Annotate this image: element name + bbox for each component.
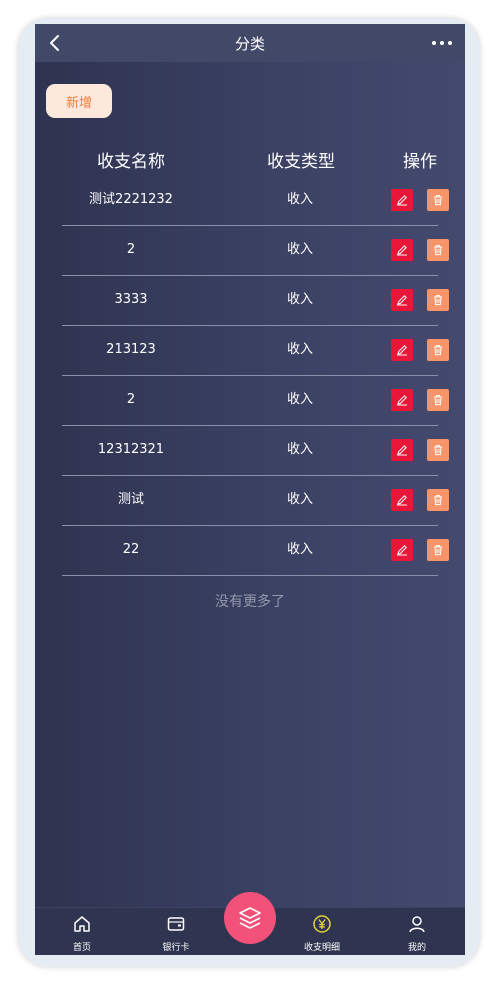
trash-icon	[434, 545, 442, 556]
column-header-name: 收支名称	[97, 152, 165, 172]
pencil-icon	[397, 545, 407, 556]
delete-button[interactable]	[427, 189, 449, 211]
edit-button[interactable]	[391, 289, 413, 311]
edit-button[interactable]	[391, 489, 413, 511]
edit-button[interactable]	[391, 539, 413, 561]
no-more-text: 没有更多了	[215, 594, 285, 610]
row-name: 测试	[117, 492, 144, 507]
row-name: 22	[122, 542, 140, 557]
row-name: 3333	[114, 292, 148, 307]
row-type: 收入	[286, 292, 313, 307]
row-name: 测试2221232	[89, 192, 173, 207]
tab-label: 我的	[407, 943, 426, 953]
pencil-icon	[397, 245, 407, 256]
pencil-icon	[397, 195, 407, 206]
app-screen: 分类 新增 收支名称 收支类型 操作 测试2221232 收入 2 收入 333…	[35, 24, 465, 955]
delete-button[interactable]	[427, 539, 449, 561]
yen-icon	[313, 915, 331, 933]
tab-transactions[interactable]: 收支明细	[292, 914, 352, 953]
delete-button[interactable]	[427, 339, 449, 361]
nav-bar: 分类	[35, 24, 465, 62]
pencil-icon	[397, 345, 407, 356]
tab-home[interactable]: 首页	[52, 914, 112, 953]
trash-icon	[434, 395, 442, 406]
trash-icon	[434, 345, 442, 356]
wallet-icon	[167, 917, 185, 931]
trash-icon	[434, 495, 442, 506]
table-row: 2 收入	[62, 225, 449, 276]
pencil-icon	[397, 445, 407, 456]
tab-profile[interactable]: 我的	[387, 914, 447, 953]
edit-button[interactable]	[391, 189, 413, 211]
pencil-icon	[397, 295, 407, 306]
trash-icon	[434, 245, 442, 256]
column-header-type: 收支类型	[267, 152, 335, 172]
row-type: 收入	[286, 192, 313, 207]
delete-button[interactable]	[427, 289, 449, 311]
row-type: 收入	[286, 542, 313, 557]
pencil-icon	[397, 495, 407, 506]
tab-label: 首页	[72, 943, 91, 953]
delete-button[interactable]	[427, 439, 449, 461]
table-row: 213123 收入	[62, 325, 449, 376]
edit-button[interactable]	[391, 439, 413, 461]
tab-bank-card[interactable]: 银行卡	[146, 914, 206, 953]
row-type: 收入	[286, 342, 313, 357]
add-button[interactable]: 新增	[46, 84, 112, 118]
column-header-actions: 操作	[403, 152, 437, 172]
delete-button[interactable]	[427, 239, 449, 261]
table-row: 3333 收入	[62, 275, 449, 326]
row-name: 2	[126, 392, 136, 407]
edit-button[interactable]	[391, 239, 413, 261]
row-type: 收入	[286, 392, 313, 407]
row-type: 收入	[286, 492, 313, 507]
trash-icon	[434, 295, 442, 306]
row-name: 2	[126, 242, 136, 257]
row-type: 收入	[286, 242, 313, 257]
table-row: 测试2221232 收入	[62, 175, 449, 226]
layers-icon	[239, 907, 261, 929]
table-row: 22 收入	[62, 525, 449, 576]
tab-label: 银行卡	[162, 943, 190, 953]
table-row: 12312321 收入	[62, 425, 449, 476]
more-icon[interactable]	[431, 33, 453, 53]
page-title: 分类	[234, 35, 265, 53]
table-row: 测试 收入	[62, 475, 449, 526]
trash-icon	[434, 445, 442, 456]
edit-button[interactable]	[391, 389, 413, 411]
center-add-button[interactable]	[224, 892, 276, 944]
pencil-icon	[397, 395, 407, 406]
row-name: 213123	[106, 342, 156, 357]
trash-icon	[434, 195, 442, 206]
tab-label: 收支明细	[303, 943, 340, 953]
delete-button[interactable]	[427, 389, 449, 411]
row-type: 收入	[286, 442, 313, 457]
table-row: 2 收入	[62, 375, 449, 426]
edit-button[interactable]	[391, 339, 413, 361]
delete-button[interactable]	[427, 489, 449, 511]
user-icon	[409, 916, 425, 933]
home-icon	[74, 916, 90, 932]
row-name: 12312321	[97, 442, 165, 457]
